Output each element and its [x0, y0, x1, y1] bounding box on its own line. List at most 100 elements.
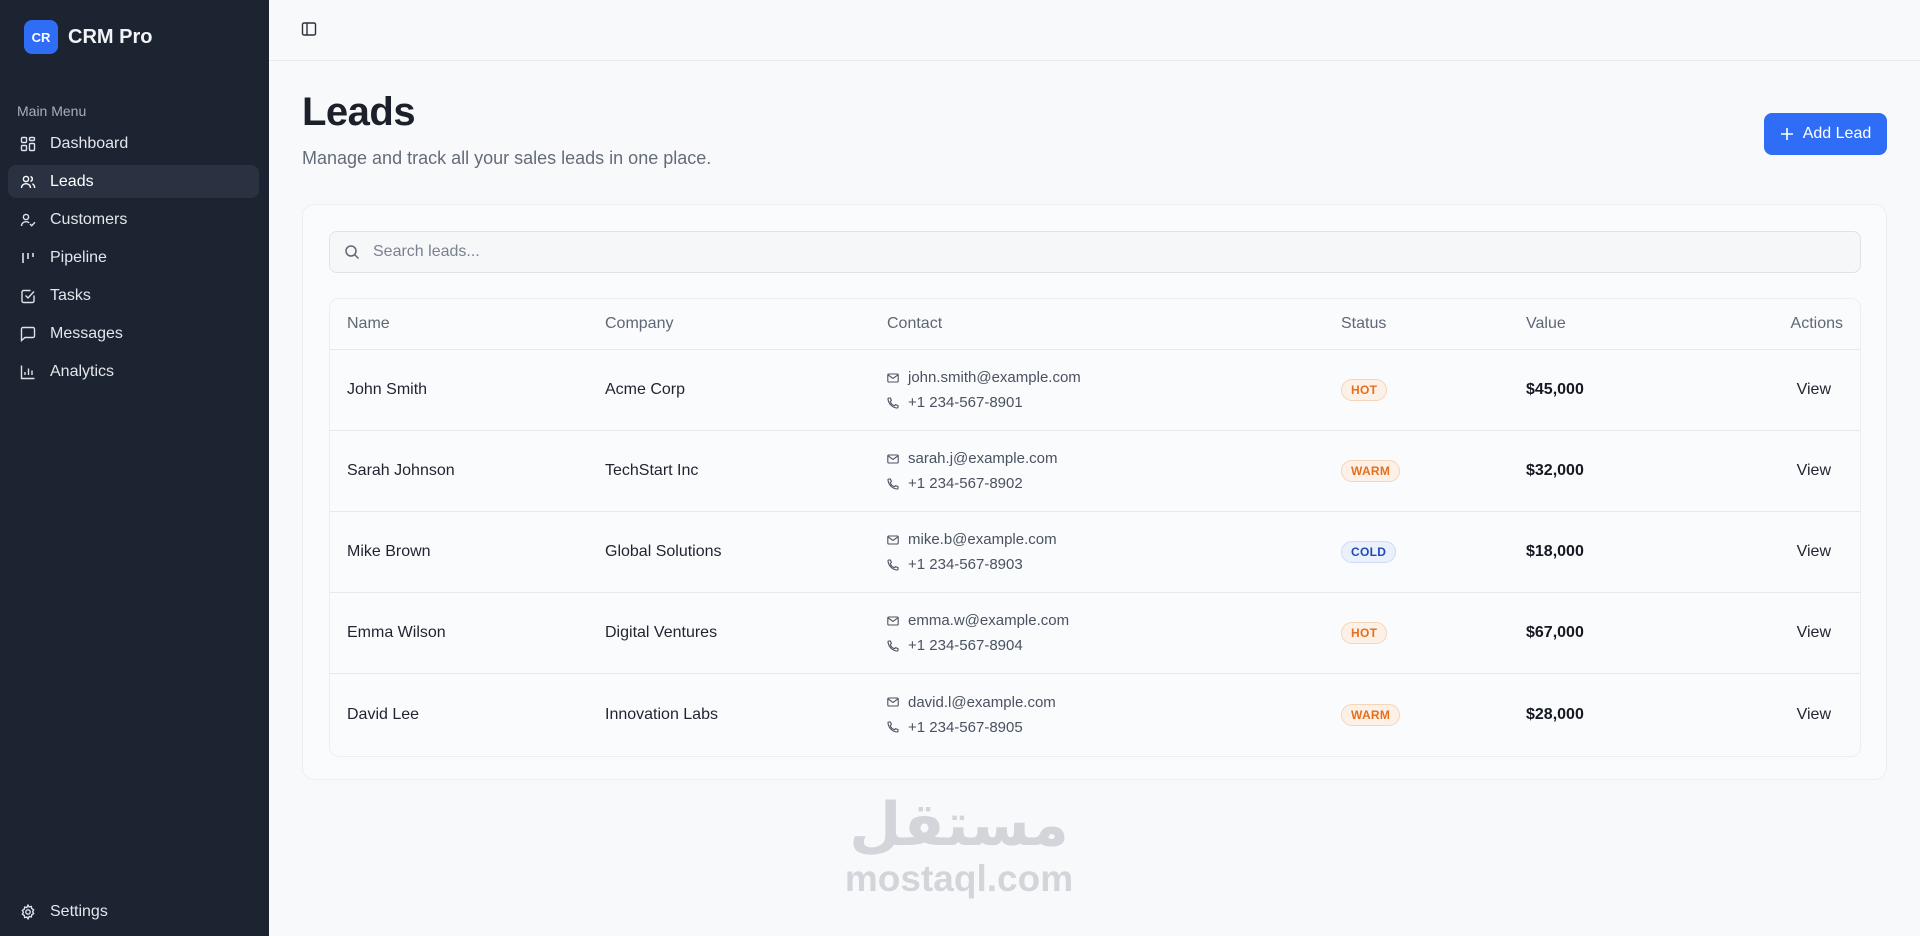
lead-email[interactable]: mike.b@example.com — [908, 531, 1057, 548]
message-icon — [20, 326, 36, 342]
sidebar-item-dashboard[interactable]: Dashboard — [8, 127, 259, 160]
plus-icon — [1780, 128, 1793, 140]
lead-email[interactable]: david.l@example.com — [908, 694, 1056, 711]
table-header: Name Company Contact Status Value Action… — [330, 299, 1860, 350]
add-lead-button[interactable]: Add Lead — [1764, 113, 1887, 155]
status-badge: WARM — [1341, 703, 1401, 726]
main-menu: Dashboard Leads Customers Pipeline Tasks… — [8, 127, 259, 393]
lead-name: John Smith — [347, 381, 428, 398]
lead-phone[interactable]: +1 234-567-8905 — [908, 719, 1023, 736]
lead-name: David Lee — [347, 705, 420, 723]
lead-value: $67,000 — [1526, 624, 1584, 641]
lead-email[interactable]: emma.w@example.com — [908, 612, 1069, 629]
search-icon — [345, 245, 360, 260]
phone-icon — [887, 396, 899, 409]
view-button[interactable]: View — [1797, 543, 1831, 560]
search-box — [329, 231, 1861, 273]
status-badge: COLD — [1341, 541, 1397, 563]
column-header-status[interactable]: Status — [1341, 315, 1386, 333]
add-lead-label: Add Lead — [1802, 125, 1872, 142]
sidebar-item-settings[interactable]: Settings — [8, 895, 259, 928]
lead-name: Mike Brown — [347, 543, 431, 560]
pipeline-icon — [22, 252, 34, 263]
sidebar-item-pipeline[interactable]: Pipeline — [8, 241, 259, 274]
table-row[interactable]: John Smith Acme Corp john.smith@example.… — [330, 350, 1860, 431]
status-badge: WARM — [1341, 460, 1401, 482]
brand[interactable]: CR CRM Pro — [24, 20, 152, 54]
column-header-value[interactable]: Value — [1526, 315, 1566, 333]
lead-value: $32,000 — [1526, 462, 1584, 479]
column-header-contact[interactable]: Contact — [887, 315, 942, 333]
column-header-actions: Actions — [1790, 315, 1843, 332]
table-row[interactable]: David Lee Innovation Labs david.l@exampl… — [330, 674, 1860, 755]
page-title: Leads — [302, 90, 416, 134]
lead-contact: emma.w@example.com +1 234-567-8904 — [887, 608, 1069, 658]
watermark-arabic: مستقل — [849, 790, 1069, 860]
view-button[interactable]: View — [1797, 706, 1831, 723]
status-badge: HOT — [1341, 622, 1388, 644]
phone-icon — [887, 558, 899, 571]
lead-phone[interactable]: +1 234-567-8902 — [908, 475, 1023, 492]
mail-icon — [887, 372, 899, 383]
settings-section: Settings — [8, 895, 259, 933]
leads-card: Name Company Contact Status Value Action… — [302, 204, 1887, 780]
sidebar-item-label: Pipeline — [50, 248, 107, 266]
dashboard-icon — [20, 136, 36, 151]
phone-icon — [887, 639, 899, 652]
lead-phone[interactable]: +1 234-567-8901 — [908, 394, 1023, 411]
mail-icon — [887, 615, 899, 626]
sidebar-item-label: Analytics — [50, 362, 115, 380]
menu-heading: Main Menu — [17, 103, 87, 119]
sidebar-item-leads[interactable]: Leads — [8, 165, 259, 198]
sidebar-item-label: Settings — [50, 902, 108, 920]
lead-contact: sarah.j@example.com +1 234-567-8902 — [887, 446, 1057, 496]
view-button[interactable]: View — [1797, 624, 1831, 641]
table-row[interactable]: Mike Brown Global Solutions mike.b@examp… — [330, 512, 1860, 593]
sidebar-toggle-button[interactable] — [298, 18, 320, 40]
lead-phone[interactable]: +1 234-567-8903 — [908, 556, 1023, 573]
column-header-name[interactable]: Name — [347, 315, 390, 333]
lead-company: Digital Ventures — [605, 624, 718, 641]
lead-value: $28,000 — [1526, 705, 1584, 723]
lead-contact: mike.b@example.com +1 234-567-8903 — [887, 527, 1057, 577]
mail-icon — [887, 534, 899, 545]
sidebar-item-messages[interactable]: Messages — [8, 317, 259, 350]
sidebar-item-label: Dashboard — [50, 134, 129, 152]
table-row[interactable]: Sarah Johnson TechStart Inc sarah.j@exam… — [330, 431, 1860, 512]
lead-name: Emma Wilson — [347, 624, 446, 641]
check-square-icon — [21, 289, 35, 303]
leads-table: Name Company Contact Status Value Action… — [329, 298, 1861, 757]
sidebar-toggle-icon — [301, 22, 317, 36]
mail-icon — [887, 453, 899, 464]
sidebar-item-analytics[interactable]: Analytics — [8, 355, 259, 388]
user-check-icon — [20, 213, 36, 227]
lead-company: Acme Corp — [605, 381, 686, 398]
lead-value: $45,000 — [1526, 381, 1584, 398]
lead-email[interactable]: sarah.j@example.com — [908, 450, 1057, 467]
bar-chart-icon — [20, 365, 35, 379]
lead-company: Innovation Labs — [605, 705, 718, 723]
lead-contact: john.smith@example.com +1 234-567-8901 — [887, 365, 1081, 415]
lead-company: TechStart Inc — [605, 462, 699, 479]
status-badge: HOT — [1341, 379, 1388, 401]
lead-email[interactable]: john.smith@example.com — [908, 369, 1081, 386]
sidebar-item-tasks[interactable]: Tasks — [8, 279, 259, 312]
brand-logo: CR — [24, 20, 58, 54]
lead-phone[interactable]: +1 234-567-8904 — [908, 637, 1023, 654]
view-button[interactable]: View — [1797, 381, 1831, 398]
sidebar: CR CRM Pro Main Menu Dashboard Leads Cus… — [0, 0, 269, 936]
search-input[interactable] — [373, 243, 1833, 261]
brand-name: CRM Pro — [68, 25, 153, 48]
users-icon — [20, 175, 36, 188]
gear-icon — [21, 903, 35, 920]
table-row[interactable]: Emma Wilson Digital Ventures emma.w@exam… — [330, 593, 1860, 674]
sidebar-item-label: Customers — [50, 210, 128, 228]
column-header-company[interactable]: Company — [605, 315, 673, 333]
sidebar-item-customers[interactable]: Customers — [8, 203, 259, 236]
lead-value: $18,000 — [1526, 543, 1584, 560]
view-button[interactable]: View — [1797, 462, 1831, 479]
watermark: مستقل mostaql.com — [843, 790, 1075, 898]
watermark-latin: mostaql.com — [844, 858, 1074, 899]
top-bar — [269, 0, 1920, 61]
lead-contact: david.l@example.com +1 234-567-8905 — [887, 690, 1056, 740]
